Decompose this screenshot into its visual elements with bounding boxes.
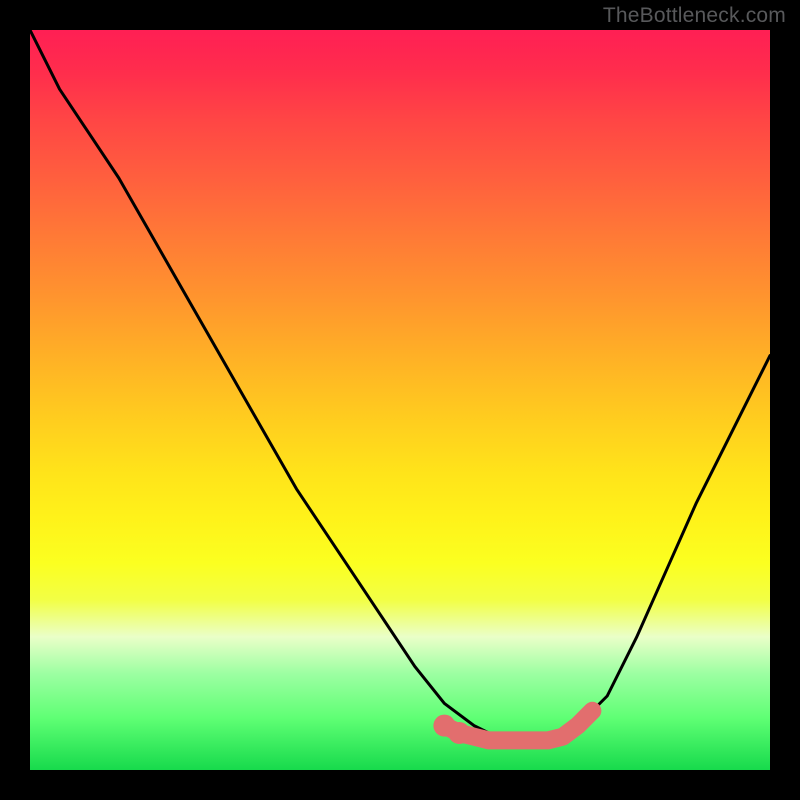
watermark-text: TheBottleneck.com	[603, 4, 786, 28]
pink-floor-curve	[444, 711, 592, 741]
black-curve	[30, 30, 770, 740]
pink-dot-b	[448, 722, 470, 744]
chart-stage: TheBottleneck.com	[0, 0, 800, 800]
curve-layer	[30, 30, 770, 770]
plot-area	[30, 30, 770, 770]
pink-dot-a	[433, 715, 455, 737]
pink-dots	[433, 715, 470, 744]
